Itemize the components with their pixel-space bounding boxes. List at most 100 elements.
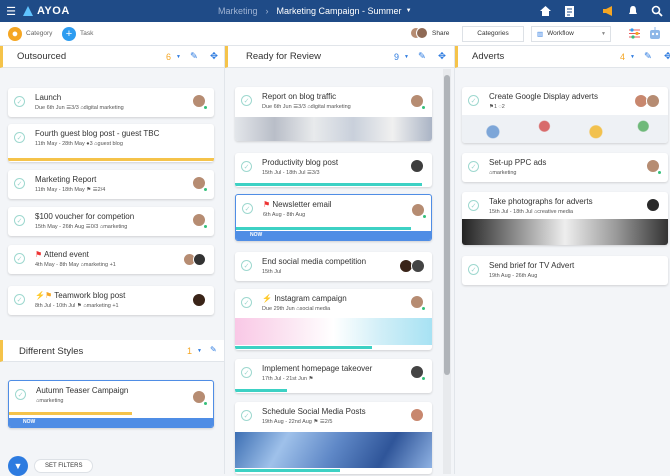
caret-down-icon[interactable]: ▼ xyxy=(630,54,635,60)
search-icon[interactable] xyxy=(650,4,664,18)
edit-icon[interactable]: ✎ xyxy=(210,345,217,354)
status-dot xyxy=(203,105,208,110)
task-card[interactable]: ✓ Send brief for TV Advert 19th Aug - 26… xyxy=(462,256,668,285)
megaphone-icon[interactable] xyxy=(602,4,616,18)
task-title: Set-up PPC ads xyxy=(489,158,546,167)
add-task-button[interactable]: + Task xyxy=(62,27,93,41)
check-icon[interactable]: ✓ xyxy=(241,297,252,308)
home-icon[interactable] xyxy=(538,4,552,18)
move-icon[interactable]: ✥ xyxy=(210,51,218,62)
caret-down-icon[interactable]: ▼ xyxy=(406,8,412,14)
categories-button[interactable]: Categories xyxy=(462,26,524,42)
progress-bar xyxy=(235,183,422,186)
check-icon[interactable]: ✓ xyxy=(242,203,253,214)
caret-down-icon: ▼ xyxy=(601,31,606,37)
check-icon[interactable]: ✓ xyxy=(14,253,25,264)
category-button[interactable]: ● Category xyxy=(8,27,52,41)
avatar[interactable] xyxy=(646,198,660,212)
bell-icon[interactable] xyxy=(626,4,640,18)
menu-icon[interactable]: ☰ xyxy=(0,5,22,18)
avatar[interactable] xyxy=(411,259,425,273)
edit-icon[interactable]: ✎ xyxy=(418,51,426,62)
progress-bar xyxy=(236,227,411,230)
status-dot xyxy=(203,224,208,229)
check-icon[interactable]: ✓ xyxy=(468,161,479,172)
check-icon[interactable]: ✓ xyxy=(241,95,252,106)
status-dot xyxy=(422,214,427,219)
robot-icon[interactable] xyxy=(648,26,662,43)
view-select[interactable]: ▥ Workflow ▼ xyxy=(531,26,611,42)
task-card[interactable]: ✓ Launch Due 6th Jun ☰3/3 ⌂digital marke… xyxy=(8,88,214,117)
edit-icon[interactable]: ✎ xyxy=(190,51,198,62)
task-card[interactable]: ✓ Create Google Display adverts ⚑1 ◌2 xyxy=(462,87,668,143)
task-card[interactable]: ✓ ⚑ Newsletter email 6th Aug - 8th Aug N… xyxy=(235,194,432,241)
task-meta: ⌂marketing xyxy=(36,398,63,404)
task-meta: 15th Jul - 18th Jul ☰3/3 xyxy=(262,170,320,176)
caret-down-icon[interactable]: ▼ xyxy=(404,54,409,60)
edit-icon[interactable]: ✎ xyxy=(644,51,652,62)
task-card[interactable]: ✓ ⚡⚑ Teamwork blog post 8th Jul - 10th J… xyxy=(8,286,214,315)
task-meta: 19th Aug - 26th Aug xyxy=(489,273,537,279)
task-card[interactable]: ✓ Set-up PPC ads ⌂marketing xyxy=(462,153,668,182)
task-card[interactable]: ✓ Report on blog traffic Due 6th Jun ☰3/… xyxy=(235,87,432,141)
settings-sliders-icon[interactable] xyxy=(628,27,641,42)
task-title: $100 voucher for competion xyxy=(35,212,134,221)
scrollbar-thumb[interactable] xyxy=(444,75,450,375)
card-image xyxy=(235,432,432,468)
check-icon[interactable]: ✓ xyxy=(468,264,479,275)
ayoa-logo-icon xyxy=(22,5,34,17)
check-icon[interactable]: ✓ xyxy=(15,389,26,400)
avatar[interactable] xyxy=(193,253,206,266)
check-icon[interactable]: ✓ xyxy=(241,367,252,378)
filter-icon[interactable]: ▼ xyxy=(8,456,28,476)
task-card[interactable]: ✓ ⚡ Instagram campaign Due 29th Jun ⌂soc… xyxy=(235,289,432,350)
avatar[interactable] xyxy=(646,94,660,108)
check-icon[interactable]: ✓ xyxy=(241,161,252,172)
task-card[interactable]: ✓ End social media competition 15th Jul xyxy=(235,252,432,281)
task-title: Schedule Social Media Posts xyxy=(262,407,366,416)
task-card[interactable]: ✓ Autumn Teaser Campaign ⌂marketing NOW xyxy=(8,380,214,428)
caret-down-icon[interactable]: ▼ xyxy=(176,54,181,60)
share-button[interactable]: Share xyxy=(410,28,449,40)
task-card[interactable]: ✓ Take photographs for adverts 15th Jul … xyxy=(462,192,668,245)
move-icon[interactable]: ✥ xyxy=(664,51,670,62)
check-icon[interactable]: ✓ xyxy=(14,178,25,189)
task-meta: ⌂marketing xyxy=(489,170,516,176)
task-card[interactable]: ✓ Implement homepage takeover 17th Jul -… xyxy=(235,359,432,393)
check-icon[interactable]: ✓ xyxy=(14,96,25,107)
checklist-icon[interactable] xyxy=(562,4,576,18)
scrollbar-track[interactable] xyxy=(443,69,451,474)
status-dot xyxy=(421,376,426,381)
avatar[interactable] xyxy=(410,159,424,173)
check-icon[interactable]: ✓ xyxy=(468,200,479,211)
task-card[interactable]: ✓ Schedule Social Media Posts 19th Aug -… xyxy=(235,402,432,474)
task-card[interactable]: ✓ ⚑ Attend event 4th May - 8th May ⌂mark… xyxy=(8,245,214,274)
check-icon[interactable]: ✓ xyxy=(14,132,25,143)
share-label: Share xyxy=(432,30,449,37)
move-icon[interactable]: ✥ xyxy=(438,51,446,62)
check-icon[interactable]: ✓ xyxy=(14,294,25,305)
task-meta: 6th Aug - 8th Aug xyxy=(263,212,305,218)
breadcrumb-parent[interactable]: Marketing xyxy=(218,6,258,16)
check-icon[interactable]: ✓ xyxy=(241,410,252,421)
task-card[interactable]: ✓ Marketing Report 11th May - 18th May ⚑… xyxy=(8,170,214,199)
flag-icon: ⚑ xyxy=(35,250,42,259)
check-icon[interactable]: ✓ xyxy=(14,215,25,226)
task-meta: 19th Aug - 22nd Aug ⚑ ☰2/5 xyxy=(262,419,332,425)
task-card[interactable]: ✓ Fourth guest blog post - guest TBC 11t… xyxy=(8,124,214,162)
status-dot xyxy=(421,306,426,311)
task-card[interactable]: ✓ Productivity blog post 15th Jul - 18th… xyxy=(235,153,432,187)
avatar[interactable] xyxy=(410,408,424,422)
set-filters-button[interactable]: SET FILTERS xyxy=(34,459,93,473)
breadcrumb-current[interactable]: Marketing Campaign - Summer xyxy=(277,6,402,16)
avatar[interactable] xyxy=(192,293,206,307)
app-logo[interactable]: AYOA xyxy=(22,5,70,17)
task-title: Create Google Display adverts xyxy=(489,92,598,101)
task-card[interactable]: ✓ $100 voucher for competion 15th May - … xyxy=(8,207,214,236)
check-icon[interactable]: ✓ xyxy=(241,260,252,271)
task-title: Productivity blog post xyxy=(262,158,338,167)
card-image xyxy=(462,115,668,143)
check-icon[interactable]: ✓ xyxy=(468,95,479,106)
caret-down-icon[interactable]: ▼ xyxy=(197,348,202,354)
task-title: ⚡ Instagram campaign xyxy=(262,294,347,303)
